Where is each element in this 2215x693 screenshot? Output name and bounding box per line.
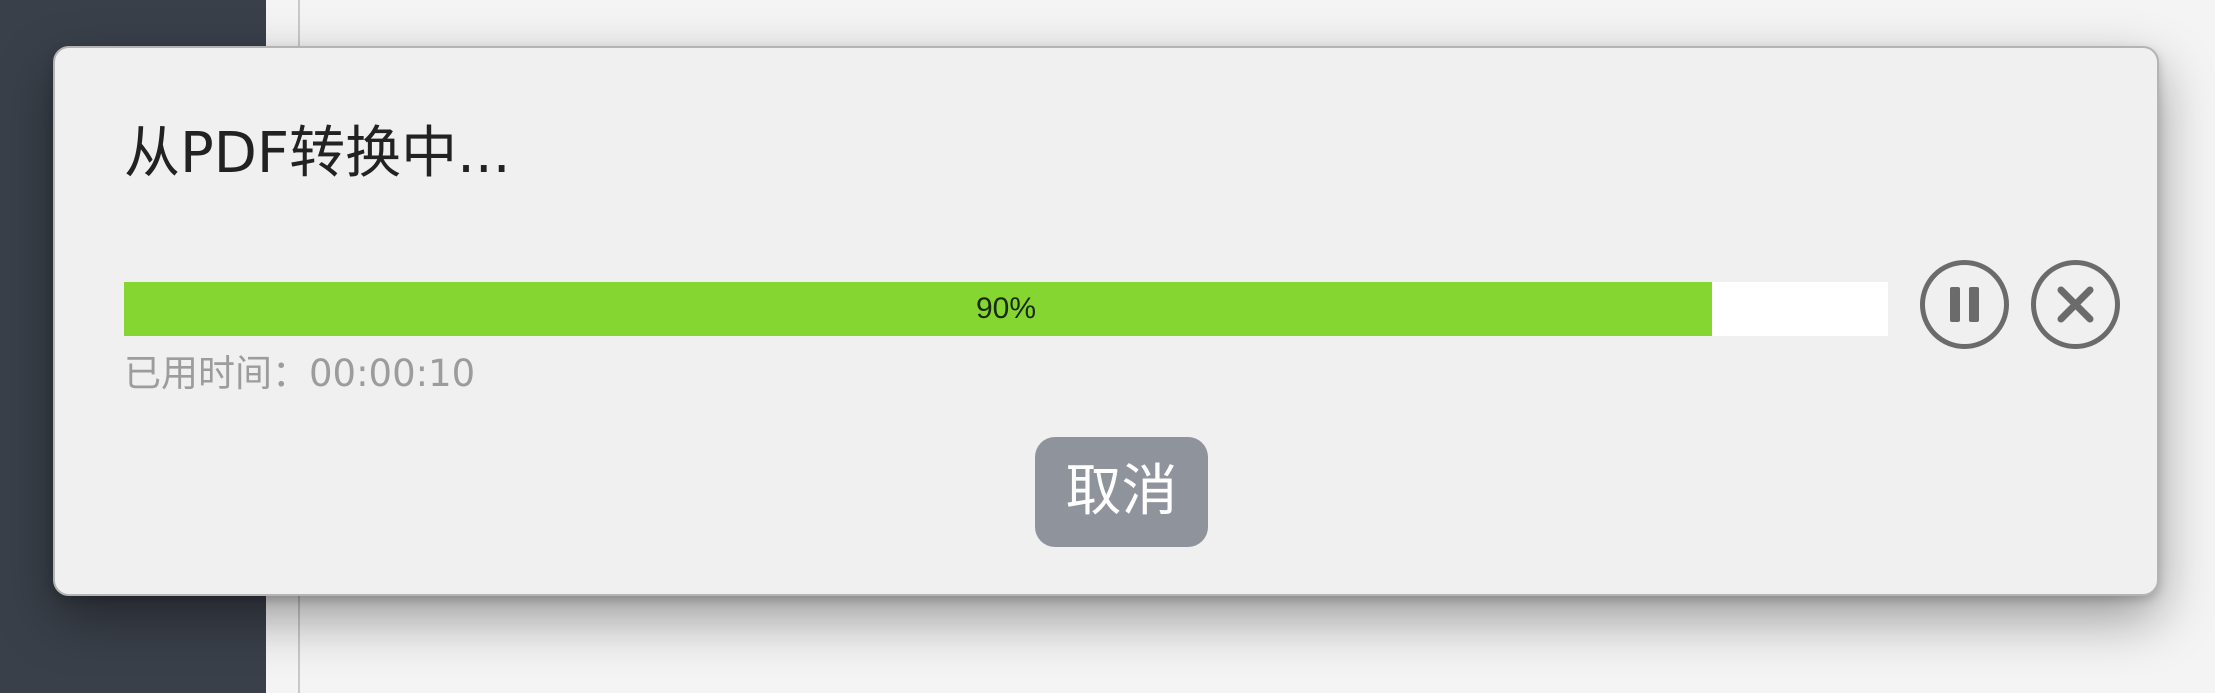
- close-icon: [2057, 286, 2094, 323]
- cancel-button[interactable]: 取消: [1035, 437, 1208, 547]
- pause-icon: [1950, 287, 1979, 322]
- pause-button[interactable]: [1920, 260, 2009, 349]
- elapsed-time-label: 已用时间：00:00:10: [124, 352, 476, 395]
- conversion-progress-dialog: 从PDF转换中... 90% 已用时间：00:00:10 取消: [53, 46, 2159, 596]
- progress-bar: 90%: [124, 282, 1888, 336]
- close-button[interactable]: [2031, 260, 2120, 349]
- dialog-title: 从PDF转换中...: [124, 121, 511, 186]
- progress-percent-label: 90%: [975, 292, 1037, 325]
